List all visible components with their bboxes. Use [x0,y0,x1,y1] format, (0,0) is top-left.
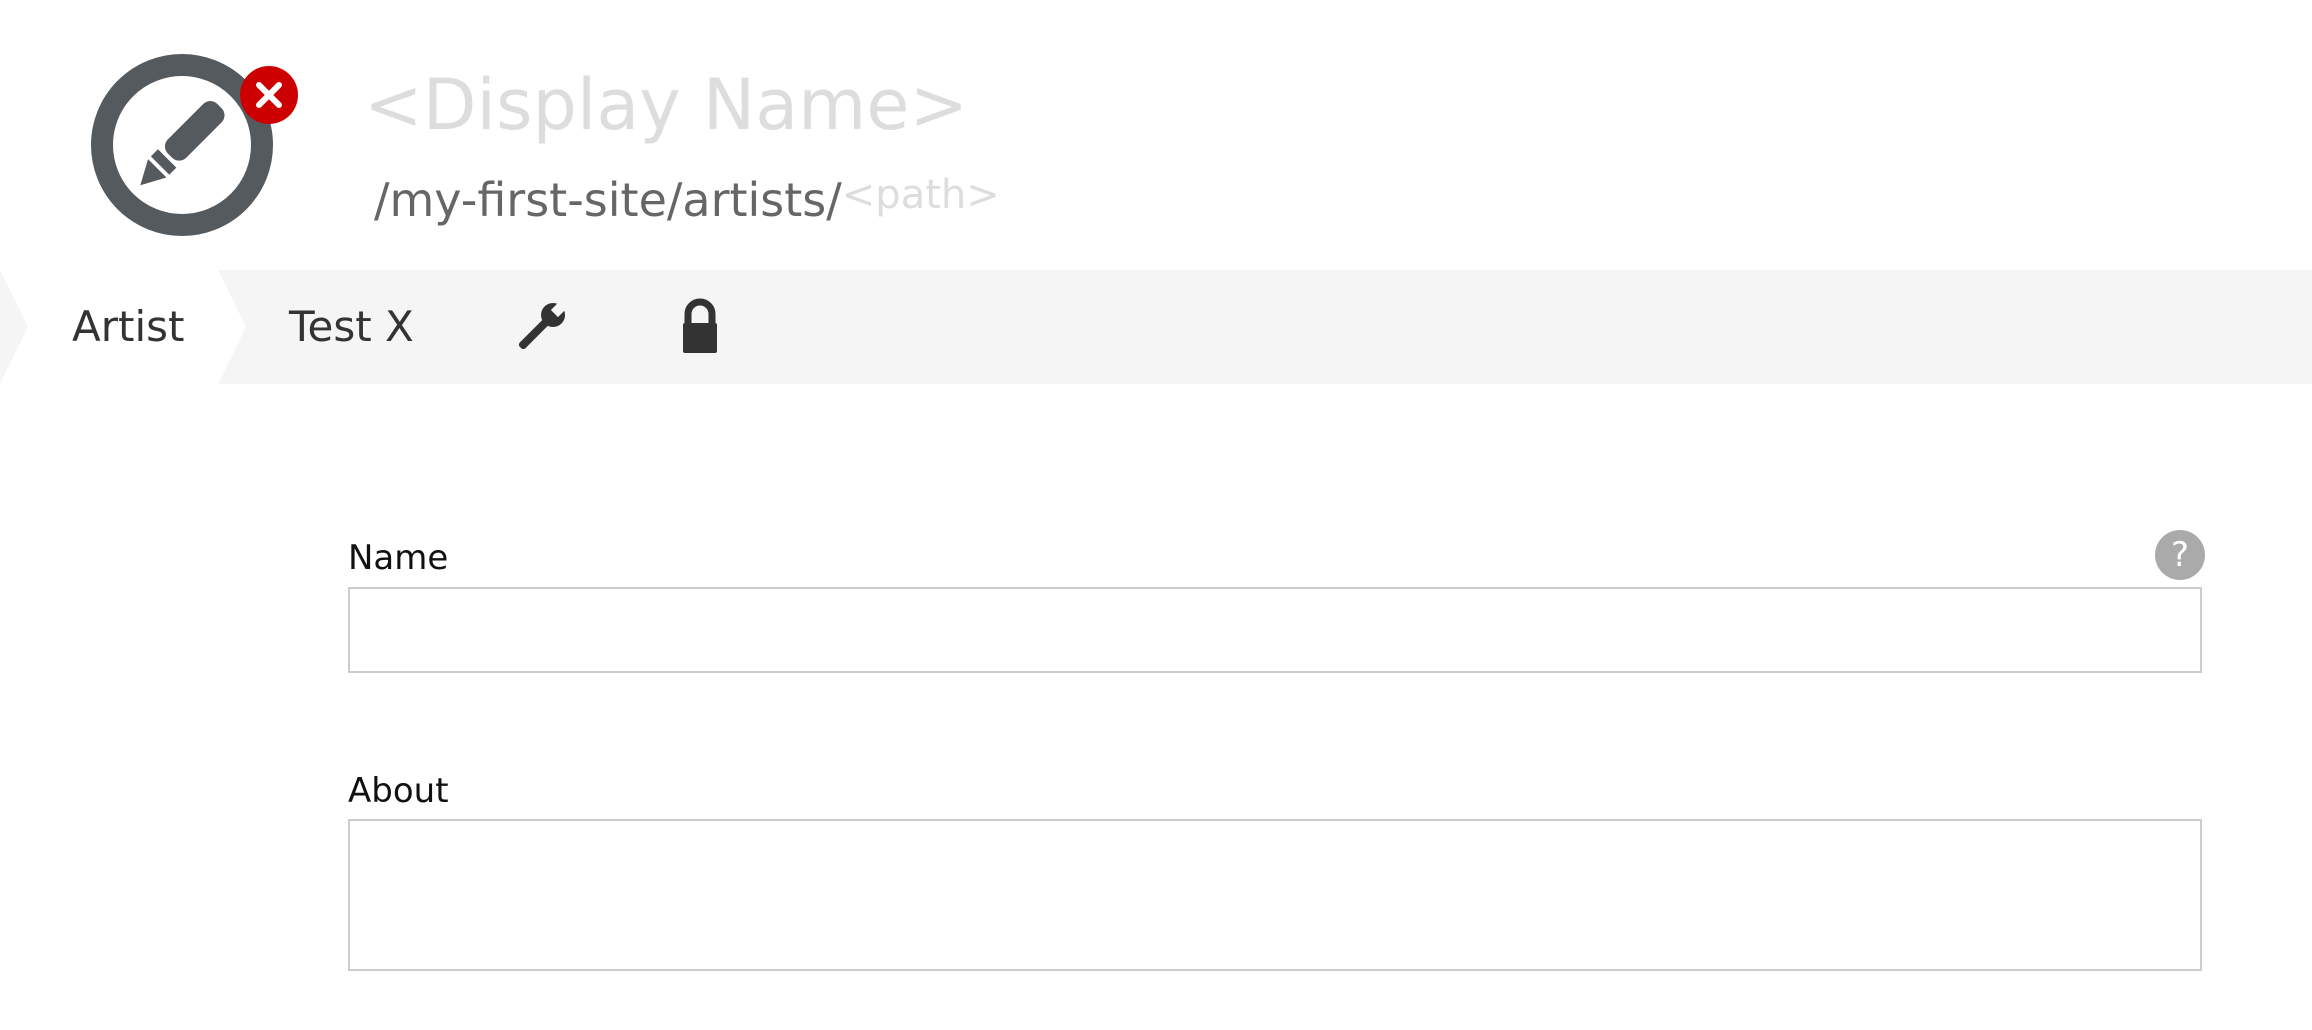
lock-icon[interactable] [669,296,731,358]
path-row: /my-first-site/artists/<path> [374,170,1000,230]
name-input[interactable] [348,587,2202,673]
display-name-input[interactable]: <Display Name> [364,60,968,150]
tab-artist[interactable]: Artist [72,270,185,384]
tab-test-x[interactable]: Test X [289,270,414,384]
help-icon[interactable]: ? [2155,530,2205,580]
name-label: Name [348,538,449,578]
path-prefix: /my-first-site/artists/ [374,173,842,227]
path-name-input[interactable]: <path> [842,172,1000,218]
about-textarea[interactable] [348,819,2202,971]
content-wizard-page: <Display Name> /my-first-site/artists/<p… [0,0,2312,1030]
wrench-icon[interactable] [510,296,572,358]
about-label: About [348,771,449,811]
close-icon[interactable] [240,66,298,124]
